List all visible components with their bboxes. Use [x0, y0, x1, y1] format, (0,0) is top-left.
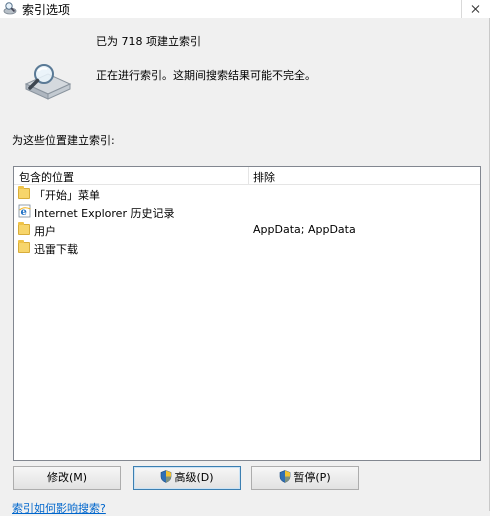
modify-button[interactable]: 修改(M) — [13, 466, 121, 490]
column-separator[interactable] — [248, 167, 249, 184]
location-name: 迅雷下载 — [34, 243, 78, 256]
folder-icon — [18, 240, 30, 253]
uac-shield-icon — [280, 470, 291, 483]
list-item[interactable]: 「开始」菜单 — [14, 185, 480, 203]
list-item[interactable]: 迅雷下载 — [14, 239, 480, 257]
indexing-status-text: 正在进行索引。这期间搜索结果可能不完全。 — [96, 69, 316, 82]
exclude-value: AppData; AppData — [253, 223, 356, 236]
column-header-location[interactable]: 包含的位置 — [19, 169, 74, 185]
folder-icon — [18, 186, 30, 199]
list-item[interactable]: e Internet Explorer 历史记录 — [14, 203, 480, 221]
window-title: 索引选项 — [22, 3, 71, 17]
advanced-button-label: 高级(D) — [174, 471, 214, 484]
pause-button-label: 暂停(P) — [293, 471, 331, 484]
title-bar: 索引选项 — [0, 0, 490, 18]
folder-icon — [18, 222, 30, 235]
indexed-count-text: 已为 718 项建立索引 — [96, 35, 201, 48]
uac-shield-icon — [161, 470, 172, 483]
location-name: 「开始」菜单 — [34, 189, 100, 202]
location-name: Internet Explorer 历史记录 — [34, 207, 175, 220]
help-link[interactable]: 索引如何影响搜索? — [12, 500, 106, 516]
modify-button-label: 修改(M) — [46, 471, 88, 484]
indexing-options-icon — [3, 2, 17, 15]
location-name: 用户 — [34, 225, 56, 238]
indexed-locations-list[interactable]: 包含的位置 排除 「开始」菜单 e Internet Explorer 历史记录… — [13, 166, 481, 461]
pause-button[interactable]: 暂停(P) — [251, 466, 359, 490]
list-header: 包含的位置 排除 — [14, 167, 480, 185]
column-header-exclude[interactable]: 排除 — [253, 169, 275, 185]
close-icon[interactable] — [461, 0, 490, 18]
locations-label: 为这些位置建立索引: — [12, 134, 115, 147]
search-index-icon — [24, 64, 72, 100]
list-item[interactable]: 用户 AppData; AppData — [14, 221, 480, 239]
ie-icon: e — [18, 204, 31, 218]
advanced-button[interactable]: 高级(D) — [133, 466, 241, 490]
